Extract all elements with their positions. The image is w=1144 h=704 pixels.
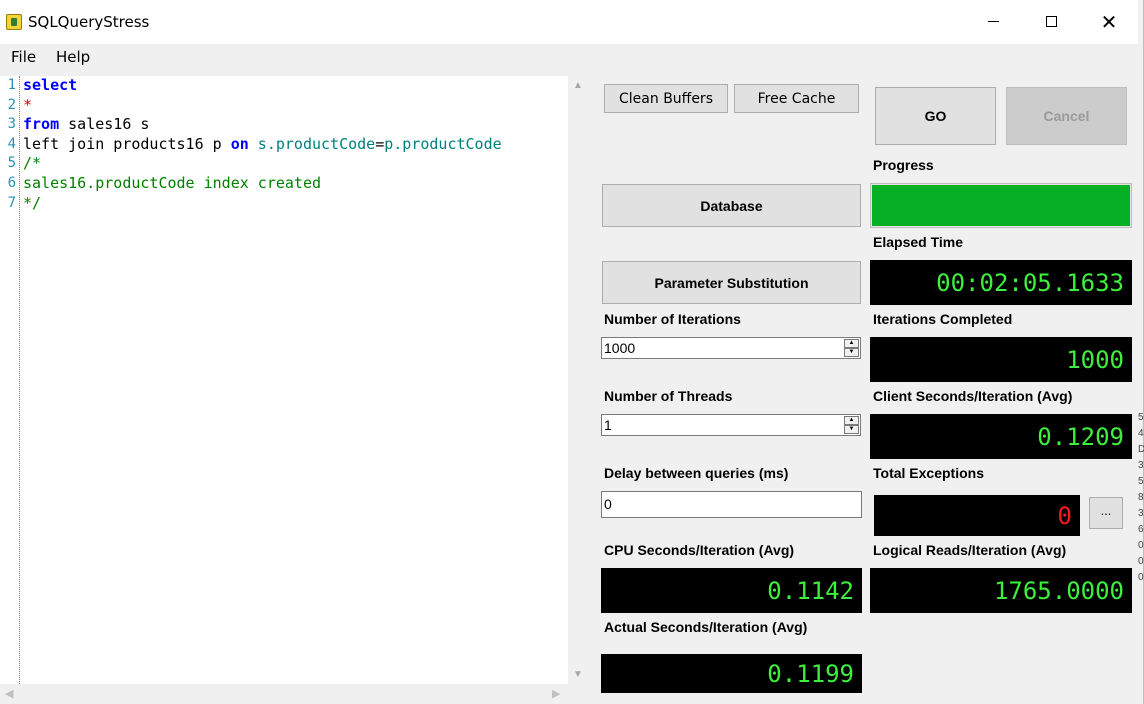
cpu-seconds-display: 0.1142 (601, 568, 862, 613)
threads-value[interactable]: 1 (604, 417, 612, 433)
scroll-left-icon[interactable]: ◀ (5, 687, 13, 700)
number-of-threads-label: Number of Threads (604, 388, 733, 404)
go-button[interactable]: GO (875, 87, 996, 145)
code-token: from (23, 115, 60, 134)
scroll-down-icon[interactable]: ▼ (571, 669, 585, 680)
total-exceptions-display: 0 (874, 495, 1080, 536)
edge-char: 6 (1138, 524, 1144, 535)
exceptions-details-button[interactable]: ... (1089, 497, 1123, 529)
cpu-seconds-label: CPU Seconds/Iteration (Avg) (604, 542, 795, 558)
code-line[interactable]: sales16.productCode index created (23, 174, 502, 194)
maximize-button[interactable] (1022, 0, 1080, 44)
logical-reads-display: 1765.0000 (870, 568, 1132, 613)
iterations-completed-display: 1000 (870, 337, 1132, 382)
menu-bar: File Help (0, 44, 1138, 70)
line-number: 1 (7, 77, 16, 93)
code-token: sales16.productCode index created (23, 173, 322, 192)
stepper-up-icon[interactable]: ▲ (844, 339, 859, 348)
progress-fill (872, 185, 1130, 226)
stepper-down-icon[interactable]: ▼ (844, 425, 859, 434)
iterations-completed-label: Iterations Completed (873, 311, 1013, 327)
actual-seconds-display: 0.1199 (601, 654, 862, 693)
minimize-button[interactable] (964, 0, 1022, 44)
code-token: p.productCode (384, 134, 502, 153)
scroll-right-icon[interactable]: ▶ (552, 687, 560, 700)
cancel-button[interactable]: Cancel (1006, 87, 1127, 145)
edge-char: 5 (1138, 412, 1144, 423)
line-number-gutter: 1 2 3 4 5 6 7 (0, 76, 20, 684)
line-number: 4 (7, 135, 16, 152)
elapsed-time-label: Elapsed Time (873, 234, 964, 250)
code-line[interactable]: from sales16 s (23, 115, 502, 135)
threads-stepper[interactable]: 1 ▲ ▼ (601, 414, 861, 436)
delay-between-queries-label: Delay between queries (ms) (604, 465, 789, 481)
editor-horizontal-scrollbar[interactable]: ◀ ▶ (0, 684, 568, 704)
code-token: */ (23, 193, 42, 212)
client-seconds-display: 0.1209 (870, 414, 1132, 459)
client-seconds-label: Client Seconds/Iteration (Avg) (873, 388, 1073, 404)
close-icon: ✕ (1100, 10, 1118, 34)
code-token: s.productCode (248, 134, 376, 153)
threads-stepper-arrows[interactable]: ▲ ▼ (844, 416, 859, 434)
progress-bar (870, 183, 1132, 228)
number-of-iterations-label: Number of Iterations (604, 311, 741, 327)
window-title: SQLQueryStress (28, 13, 150, 31)
query-editor[interactable]: 1 2 3 4 5 6 7 select * from sales16 s left join p… (0, 76, 568, 684)
menu-help[interactable]: Help (56, 48, 90, 66)
edge-char: D (1138, 444, 1144, 455)
code-token: /* (23, 154, 42, 173)
code-line[interactable]: left join products16 p on s.productCode=… (23, 135, 502, 155)
iterations-stepper-arrows[interactable]: ▲ ▼ (844, 339, 859, 357)
code-area[interactable]: select * from sales16 s left join products1… (23, 76, 502, 213)
editor-vertical-scrollbar[interactable]: ▲ ▼ (568, 76, 588, 684)
app-icon (6, 14, 22, 30)
iterations-value[interactable]: 1000 (604, 340, 635, 356)
menu-file[interactable]: File (11, 48, 36, 66)
code-token: = (375, 134, 385, 153)
stepper-down-icon[interactable]: ▼ (844, 348, 859, 357)
code-token: on (230, 134, 249, 153)
code-token: sales16 s (59, 115, 150, 134)
line-number: 2 (7, 96, 16, 113)
code-line[interactable]: */ (23, 194, 502, 214)
line-number: 7 (7, 194, 16, 211)
edge-char: 8 (1138, 492, 1144, 503)
code-line[interactable]: select (23, 76, 502, 96)
stepper-up-icon[interactable]: ▲ (844, 416, 859, 425)
edge-char: 5 (1138, 476, 1144, 487)
close-button[interactable]: ✕ (1080, 0, 1138, 44)
background-window-edge: 5 4 D 3 5 8 3 6 0 0 0 (1138, 410, 1144, 704)
code-line[interactable]: * (23, 96, 502, 116)
progress-label: Progress (873, 157, 934, 173)
edge-char: 0 (1138, 572, 1144, 583)
edge-char: 3 (1138, 460, 1144, 471)
line-number: 6 (7, 174, 16, 191)
title-bar[interactable]: SQLQueryStress ✕ (0, 0, 1138, 44)
edge-char: 0 (1138, 556, 1144, 567)
edge-char: 0 (1138, 540, 1144, 551)
clean-buffers-button[interactable]: Clean Buffers (604, 84, 728, 113)
logical-reads-label: Logical Reads/Iteration (Avg) (873, 542, 1067, 558)
actual-seconds-label: Actual Seconds/Iteration (Avg) (604, 619, 808, 635)
delay-input[interactable]: 0 (601, 491, 862, 518)
app-window: SQLQueryStress ✕ File Help 1 2 3 4 5 6 7 selec… (0, 0, 1144, 704)
scroll-up-icon[interactable]: ▲ (571, 80, 585, 91)
code-line[interactable]: /* (23, 154, 502, 174)
line-number: 3 (7, 116, 16, 133)
code-token: left join products16 p (23, 134, 231, 153)
line-number: 5 (7, 155, 16, 172)
iterations-stepper[interactable]: 1000 ▲ ▼ (601, 337, 861, 359)
edge-char: 4 (1138, 428, 1144, 439)
minimize-icon (987, 21, 999, 23)
free-cache-button[interactable]: Free Cache (734, 84, 859, 113)
edge-char: 3 (1138, 508, 1144, 519)
maximize-icon (1045, 16, 1057, 28)
database-button[interactable]: Database (602, 184, 861, 227)
code-token: * (23, 95, 33, 114)
parameter-substitution-button[interactable]: Parameter Substitution (602, 261, 861, 304)
total-exceptions-label: Total Exceptions (873, 465, 984, 481)
elapsed-time-display: 00:02:05.1633 (870, 260, 1132, 305)
code-token: select (23, 76, 78, 94)
